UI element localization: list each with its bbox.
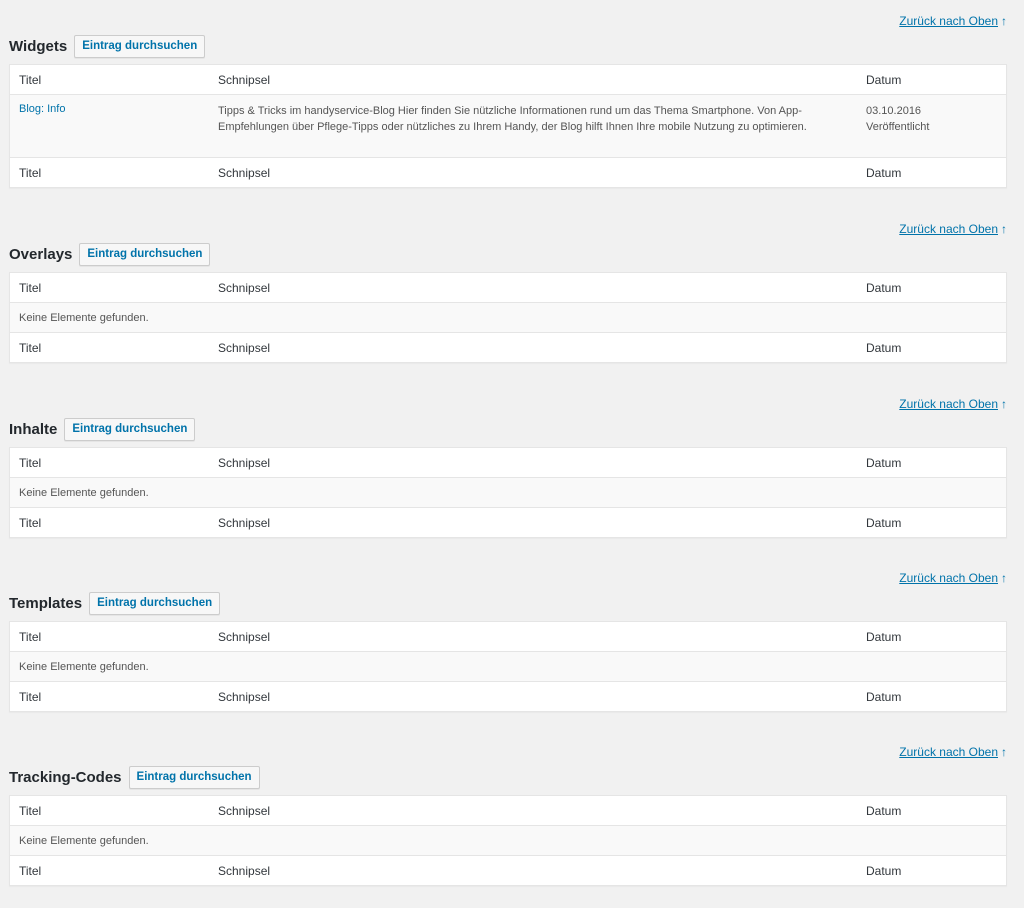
- browse-entry-button[interactable]: Eintrag durchsuchen: [89, 591, 221, 615]
- column-footer-snippet[interactable]: Schnipsel: [218, 341, 270, 355]
- column-header-date[interactable]: Datum: [866, 804, 901, 818]
- column-header-date[interactable]: Datum: [866, 281, 901, 295]
- section-title: Widgets: [9, 37, 68, 55]
- column-footer-date[interactable]: Datum: [866, 864, 901, 878]
- section-header: Zurück nach Oben ↑ Overlays Eintrag durch…: [9, 222, 1007, 268]
- back-to-top-link[interactable]: Zurück nach Oben ↑: [899, 222, 1007, 236]
- column-footer-snippet[interactable]: Schnipsel: [218, 516, 270, 530]
- back-to-top-label: Zurück nach Oben: [899, 571, 998, 585]
- table-header-row: Titel Schnipsel Datum: [10, 622, 1006, 652]
- column-footer-date[interactable]: Datum: [866, 341, 901, 355]
- section-title-bar: Inhalte Eintrag durchsuchen: [9, 415, 196, 443]
- table-header-row: Titel Schnipsel Datum: [10, 796, 1006, 826]
- empty-message: Keine Elemente gefunden.: [19, 312, 149, 324]
- column-header-date[interactable]: Datum: [866, 630, 901, 644]
- arrow-up-icon: ↑: [1001, 397, 1007, 411]
- entry-snippet: Tipps & Tricks im handyservice-Blog Hier…: [218, 105, 807, 133]
- list-table: Titel Schnipsel Datum Keine Elemente gef…: [9, 795, 1007, 886]
- column-footer-date[interactable]: Datum: [866, 516, 901, 530]
- section-title-bar: Widgets Eintrag durchsuchen: [9, 32, 206, 60]
- column-footer-snippet[interactable]: Schnipsel: [218, 864, 270, 878]
- table-footer-row: Titel Schnipsel Datum: [10, 333, 1006, 362]
- column-footer-title[interactable]: Titel: [19, 864, 41, 878]
- empty-row: Keine Elemente gefunden.: [10, 303, 1006, 333]
- empty-row: Keine Elemente gefunden.: [10, 652, 1006, 682]
- entry-title-link[interactable]: Blog: Info: [19, 103, 65, 115]
- section-header: Zurück nach Oben ↑ Widgets Eintrag durchs…: [9, 14, 1007, 60]
- section-title: Inhalte: [9, 420, 58, 438]
- section-header: Zurück nach Oben ↑ Inhalte Eintrag durchs…: [9, 397, 1007, 443]
- column-header-snippet[interactable]: Schnipsel: [218, 281, 270, 295]
- table-row: Blog: Info Tipps & Tricks im handyservic…: [10, 95, 1006, 158]
- empty-message: Keine Elemente gefunden.: [19, 661, 149, 673]
- section-title-bar: Overlays Eintrag durchsuchen: [9, 240, 211, 268]
- back-to-top-label: Zurück nach Oben: [899, 397, 998, 411]
- table-header-row: Titel Schnipsel Datum: [10, 273, 1006, 303]
- table-footer-row: Titel Schnipsel Datum: [10, 682, 1006, 711]
- column-header-title[interactable]: Titel: [19, 73, 41, 87]
- column-header-title[interactable]: Titel: [19, 456, 41, 470]
- section-title-bar: Templates Eintrag durchsuchen: [9, 589, 221, 617]
- section-widgets: Zurück nach Oben ↑ Widgets Eintrag durchs…: [9, 14, 1007, 188]
- entry-date: 03.10.2016: [866, 105, 922, 117]
- browse-entry-button[interactable]: Eintrag durchsuchen: [79, 242, 211, 266]
- section-header: Zurück nach Oben ↑ Templates Eintrag durc…: [9, 571, 1007, 617]
- browse-entry-button[interactable]: Eintrag durchsuchen: [64, 417, 196, 441]
- empty-row: Keine Elemente gefunden.: [10, 478, 1006, 508]
- entry-date-cell: 03.10.2016 Veröffentlicht: [866, 103, 929, 135]
- browse-entry-button[interactable]: Eintrag durchsuchen: [74, 34, 206, 58]
- list-table: Titel Schnipsel Datum Blog: Info Tipps &…: [9, 64, 1007, 188]
- table-footer-row: Titel Schnipsel Datum: [10, 856, 1006, 885]
- section-tracking-codes: Zurück nach Oben ↑ Tracking-Codes Eintrag…: [9, 745, 1007, 886]
- column-header-title[interactable]: Titel: [19, 630, 41, 644]
- section-title-bar: Tracking-Codes Eintrag durchsuchen: [9, 763, 260, 791]
- table-footer-row: Titel Schnipsel Datum: [10, 158, 1006, 187]
- column-footer-title[interactable]: Titel: [19, 516, 41, 530]
- column-footer-date[interactable]: Datum: [866, 166, 901, 180]
- column-footer-snippet[interactable]: Schnipsel: [218, 166, 270, 180]
- column-footer-title[interactable]: Titel: [19, 341, 41, 355]
- empty-message: Keine Elemente gefunden.: [19, 835, 149, 847]
- column-header-title[interactable]: Titel: [19, 804, 41, 818]
- back-to-top-label: Zurück nach Oben: [899, 745, 998, 759]
- column-header-snippet[interactable]: Schnipsel: [218, 630, 270, 644]
- list-table: Titel Schnipsel Datum Keine Elemente gef…: [9, 447, 1007, 538]
- section-title: Tracking-Codes: [9, 768, 122, 786]
- column-header-title[interactable]: Titel: [19, 281, 41, 295]
- table-header-row: Titel Schnipsel Datum: [10, 448, 1006, 478]
- arrow-up-icon: ↑: [1001, 14, 1007, 28]
- section-overlays: Zurück nach Oben ↑ Overlays Eintrag durch…: [9, 222, 1007, 363]
- arrow-up-icon: ↑: [1001, 571, 1007, 585]
- section-title: Overlays: [9, 245, 73, 263]
- back-to-top-label: Zurück nach Oben: [899, 222, 998, 236]
- table-footer-row: Titel Schnipsel Datum: [10, 508, 1006, 537]
- section-header: Zurück nach Oben ↑ Tracking-Codes Eintrag…: [9, 745, 1007, 791]
- section-templates: Zurück nach Oben ↑ Templates Eintrag durc…: [9, 571, 1007, 712]
- browse-entry-button[interactable]: Eintrag durchsuchen: [128, 765, 260, 789]
- column-header-snippet[interactable]: Schnipsel: [218, 456, 270, 470]
- column-footer-snippet[interactable]: Schnipsel: [218, 690, 270, 704]
- column-header-date[interactable]: Datum: [866, 456, 901, 470]
- column-footer-title[interactable]: Titel: [19, 690, 41, 704]
- column-header-snippet[interactable]: Schnipsel: [218, 73, 270, 87]
- back-to-top-label: Zurück nach Oben: [899, 14, 998, 28]
- arrow-up-icon: ↑: [1001, 222, 1007, 236]
- entry-status: Veröffentlicht: [866, 121, 930, 133]
- arrow-up-icon: ↑: [1001, 745, 1007, 759]
- column-header-date[interactable]: Datum: [866, 73, 901, 87]
- column-footer-date[interactable]: Datum: [866, 690, 901, 704]
- back-to-top-link[interactable]: Zurück nach Oben ↑: [899, 14, 1007, 28]
- column-header-snippet[interactable]: Schnipsel: [218, 804, 270, 818]
- empty-message: Keine Elemente gefunden.: [19, 487, 149, 499]
- empty-row: Keine Elemente gefunden.: [10, 826, 1006, 856]
- column-footer-title[interactable]: Titel: [19, 166, 41, 180]
- back-to-top-link[interactable]: Zurück nach Oben ↑: [899, 745, 1007, 759]
- back-to-top-link[interactable]: Zurück nach Oben ↑: [899, 397, 1007, 411]
- table-header-row: Titel Schnipsel Datum: [10, 65, 1006, 95]
- section-inhalte: Zurück nach Oben ↑ Inhalte Eintrag durchs…: [9, 397, 1007, 538]
- list-table: Titel Schnipsel Datum Keine Elemente gef…: [9, 621, 1007, 712]
- list-table: Titel Schnipsel Datum Keine Elemente gef…: [9, 272, 1007, 363]
- back-to-top-link[interactable]: Zurück nach Oben ↑: [899, 571, 1007, 585]
- section-title: Templates: [9, 594, 83, 612]
